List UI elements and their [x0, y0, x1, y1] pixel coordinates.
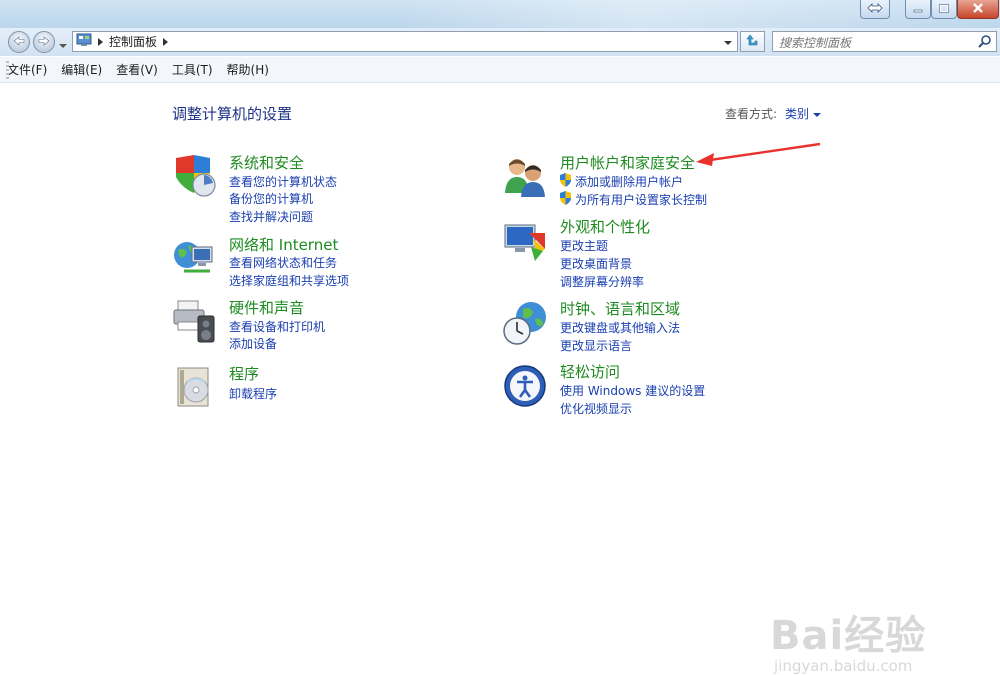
- view-by-dropdown[interactable]: 类别: [785, 105, 822, 122]
- category-link[interactable]: 备份您的计算机: [229, 190, 313, 207]
- category-link-admin[interactable]: 为所有用户设置家长控制: [559, 191, 707, 208]
- category-title[interactable]: 硬件和声音: [229, 297, 304, 318]
- page-title: 调整计算机的设置: [172, 105, 293, 123]
- watermark-url: jingyan.baidu.com: [774, 657, 913, 675]
- printer-speaker-icon[interactable]: [172, 300, 216, 344]
- view-by-value[interactable]: 类别: [785, 105, 809, 122]
- category-title[interactable]: 用户帐户和家庭安全: [560, 152, 695, 173]
- category-link[interactable]: 查看网络状态和任务: [229, 254, 337, 271]
- programs-disc-icon[interactable]: [172, 366, 216, 410]
- baidu-watermark: Bai经验 jingyan.baidu.com: [770, 603, 926, 675]
- category-link[interactable]: 更改显示语言: [560, 337, 632, 354]
- category-link[interactable]: 更改键盘或其他输入法: [560, 319, 680, 336]
- menu-edit[interactable]: 编辑(E): [54, 61, 109, 78]
- address-history-dropdown[interactable]: [724, 35, 732, 49]
- uac-shield-icon: [559, 173, 572, 190]
- refresh-icon: [745, 34, 760, 50]
- category-link[interactable]: 更改桌面背景: [560, 255, 632, 272]
- breadcrumb-separator-icon[interactable]: [163, 35, 169, 49]
- globe-network-icon[interactable]: [172, 237, 216, 281]
- menu-help[interactable]: 帮助(H): [220, 61, 276, 78]
- category-link-admin[interactable]: 添加或删除用户帐户: [559, 173, 683, 190]
- category-link[interactable]: 优化视频显示: [560, 400, 632, 417]
- view-by-label: 查看方式:: [725, 107, 778, 121]
- category-link[interactable]: 调整屏幕分辨率: [560, 273, 644, 290]
- category-title[interactable]: 外观和个性化: [560, 216, 650, 237]
- category-link[interactable]: 查看设备和打印机: [229, 318, 325, 335]
- shield-chart-icon[interactable]: [172, 155, 216, 199]
- ease-of-access-icon[interactable]: [503, 364, 547, 408]
- users-icon[interactable]: [503, 155, 547, 199]
- category-title[interactable]: 轻松访问: [560, 361, 620, 382]
- forward-button[interactable]: [33, 31, 55, 53]
- back-arrow-icon: [13, 35, 25, 49]
- navigation-bar: 控制面板: [0, 28, 1000, 56]
- chevron-down-icon: [724, 40, 732, 45]
- category-link[interactable]: 更改主题: [560, 237, 608, 254]
- category-title[interactable]: 时钟、语言和区域: [560, 298, 680, 319]
- clock-globe-icon[interactable]: [503, 301, 547, 345]
- category-title[interactable]: 系统和安全: [229, 152, 304, 173]
- annotation-arrow: [696, 142, 821, 166]
- category-title[interactable]: 网络和 Internet: [229, 234, 338, 255]
- category-title[interactable]: 程序: [229, 363, 259, 384]
- search-input[interactable]: [773, 32, 971, 53]
- category-link[interactable]: 使用 Windows 建议的设置: [560, 382, 705, 399]
- breadcrumb-separator-icon: [98, 35, 103, 49]
- close-icon: [972, 2, 984, 16]
- minimize-button[interactable]: [905, 0, 931, 19]
- search-box[interactable]: [772, 31, 997, 53]
- menu-bar: 文件(F) 编辑(E) 查看(V) 工具(T) 帮助(H): [0, 57, 1000, 83]
- close-button[interactable]: [957, 0, 999, 19]
- monitor-palette-icon[interactable]: [503, 219, 547, 263]
- minimize-icon: [913, 2, 923, 16]
- menu-tools[interactable]: 工具(T): [165, 61, 220, 78]
- window-titlebar: [0, 0, 1000, 28]
- maximize-icon: [939, 2, 949, 16]
- category-link[interactable]: 添加设备: [229, 335, 277, 352]
- watermark-brand: Bai经验: [770, 613, 927, 659]
- search-icon[interactable]: [978, 34, 992, 51]
- recent-pages-dropdown[interactable]: [59, 38, 67, 52]
- category-link-label[interactable]: 为所有用户设置家长控制: [575, 191, 707, 208]
- address-bar[interactable]: 控制面板: [72, 31, 738, 52]
- menu-grip: [6, 61, 9, 79]
- category-link[interactable]: 卸载程序: [229, 385, 277, 402]
- category-link[interactable]: 选择家庭组和共享选项: [229, 272, 349, 289]
- chevron-down-icon: [59, 38, 67, 52]
- breadcrumb-control-panel[interactable]: 控制面板: [109, 33, 157, 50]
- category-link[interactable]: 查找并解决问题: [229, 208, 313, 225]
- chevron-down-icon: [813, 107, 822, 121]
- forward-arrow-icon: [38, 35, 50, 49]
- control-panel-content: 调整计算机的设置 查看方式: 类别 系统和安全 查看您的计算机状态 备份您的计算…: [0, 83, 1000, 675]
- control-panel-icon: [76, 33, 92, 50]
- uac-shield-icon: [559, 191, 572, 208]
- back-button[interactable]: [8, 31, 30, 53]
- menu-view[interactable]: 查看(V): [109, 61, 165, 78]
- category-link[interactable]: 查看您的计算机状态: [229, 173, 337, 190]
- refresh-button[interactable]: [740, 31, 765, 52]
- restore-icon: [867, 2, 883, 16]
- category-link-label[interactable]: 添加或删除用户帐户: [575, 173, 683, 190]
- maximize-button[interactable]: [931, 0, 957, 19]
- restore-button[interactable]: [860, 0, 890, 19]
